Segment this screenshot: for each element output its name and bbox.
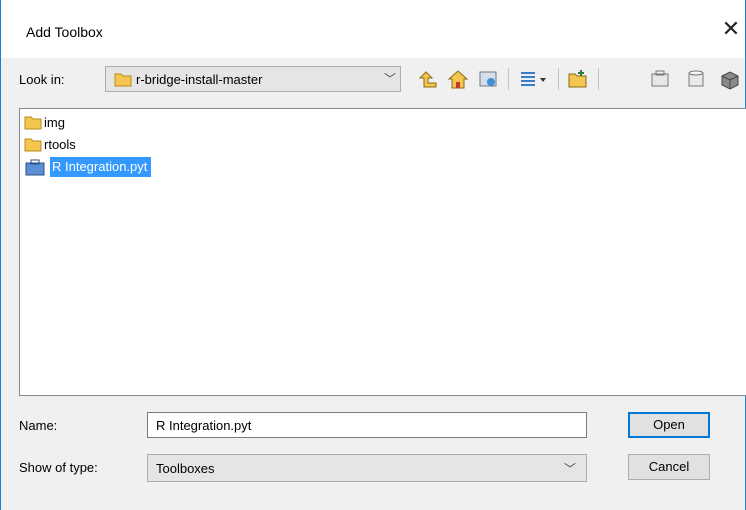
toolbar-separator bbox=[508, 68, 509, 90]
new-folder-icon[interactable] bbox=[567, 68, 589, 90]
new-toolbox-icon[interactable] bbox=[649, 68, 671, 90]
catalog-connect-icon[interactable] bbox=[477, 68, 499, 90]
name-input[interactable]: R Integration.pyt bbox=[147, 412, 587, 438]
type-dropdown-value: Toolboxes bbox=[156, 461, 215, 476]
up-one-level-icon[interactable] bbox=[417, 68, 439, 90]
toolbar-separator bbox=[598, 68, 599, 90]
title-bar: Add Toolbox ✕ bbox=[1, 0, 745, 58]
look-in-label: Look in: bbox=[19, 72, 65, 87]
list-item-label: R Integration.pyt bbox=[50, 157, 152, 177]
close-icon[interactable]: ✕ bbox=[717, 16, 745, 44]
list-item-label: rtools bbox=[44, 137, 76, 152]
folder-icon bbox=[24, 138, 42, 152]
chevron-down-icon: ﹀ bbox=[384, 72, 397, 86]
name-label: Name: bbox=[19, 418, 58, 433]
type-label: Show of type: bbox=[19, 460, 98, 475]
toolbar-separator bbox=[558, 68, 559, 90]
current-folder-name: r-bridge-install-master bbox=[136, 72, 263, 87]
folder-icon bbox=[24, 116, 42, 130]
home-icon[interactable] bbox=[447, 68, 469, 90]
chevron-down-icon: ﹀ bbox=[563, 462, 576, 476]
python-toolbox-icon bbox=[25, 159, 45, 176]
dialog-title: Add Toolbox bbox=[26, 24, 103, 40]
file-list[interactable]: img rtools R Integration.pyt bbox=[19, 108, 746, 396]
type-dropdown[interactable]: Toolboxes ﹀ bbox=[147, 454, 587, 482]
add-toolbox-dialog: Add Toolbox ✕ Look in: r-bridge-install-… bbox=[0, 0, 746, 510]
list-item-label: img bbox=[44, 115, 65, 130]
new-database-icon[interactable] bbox=[685, 68, 707, 90]
look-in-dropdown[interactable]: r-bridge-install-master ﹀ bbox=[105, 66, 401, 92]
folder-icon bbox=[114, 73, 132, 87]
view-options-icon[interactable] bbox=[519, 68, 549, 90]
open-button[interactable]: Open bbox=[628, 412, 710, 438]
cancel-button[interactable]: Cancel bbox=[628, 454, 710, 480]
connect-folder-icon[interactable] bbox=[719, 68, 741, 90]
